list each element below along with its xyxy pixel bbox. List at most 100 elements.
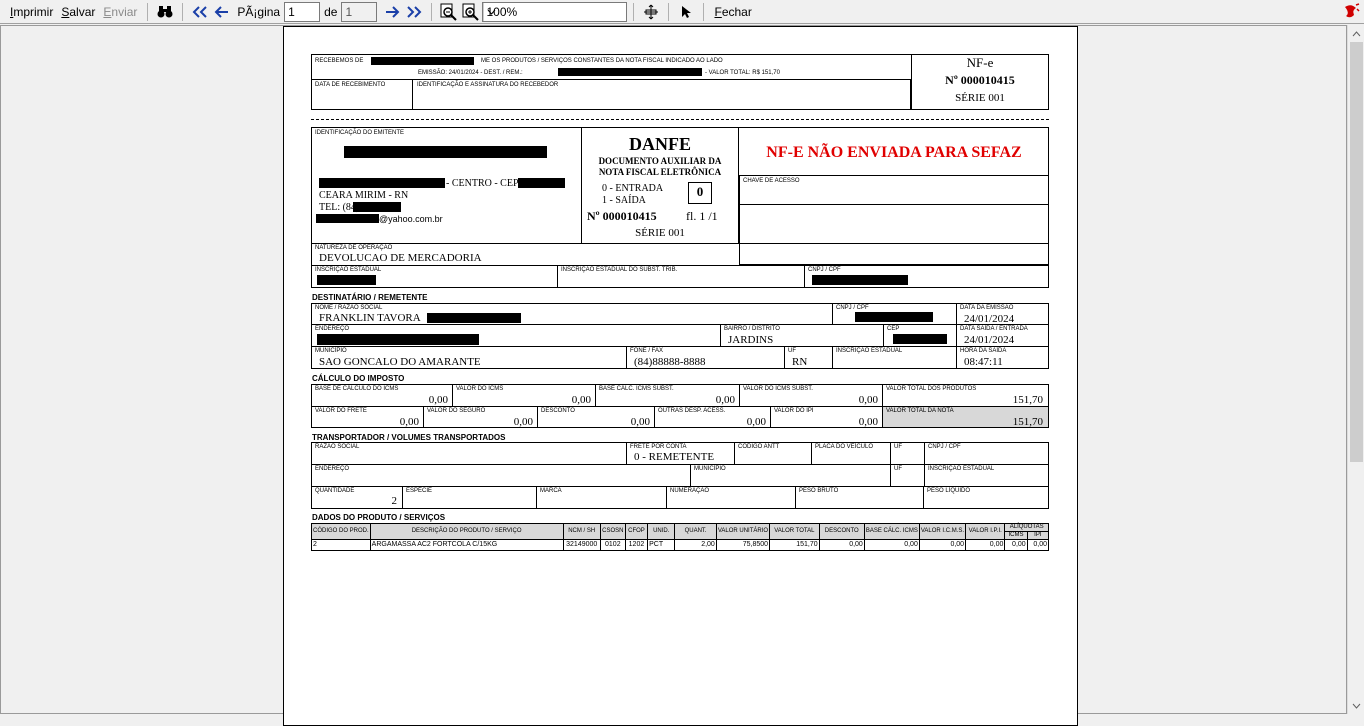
table-cell: 2,00 [674,539,717,551]
danfe-series: SÉRIE 001 [635,227,685,239]
other-expenses-value: 0,00 [746,416,766,428]
receipt-divider [412,79,413,110]
divider [890,442,891,486]
emission-date-label: DATA DA EMISSÃO [960,305,1014,311]
table-cell: 32149000 [562,539,601,551]
receipt-signature-label: IDENTIFICAÇÃO E ASSINATURA DO RECEBEDOR [417,82,559,88]
exit-time-label: HORA DA SAÍDA [960,348,1007,354]
scroll-down-icon[interactable] [1348,697,1364,714]
received-from-label: RECEBEMOS DE [315,58,364,64]
divider [626,442,627,464]
redacted-block [855,312,933,322]
products-section-title: DADOS DO PRODUTO / SERVIÇOS [312,513,446,522]
toolbar-separator [633,2,635,21]
save-button[interactable]: Salvar [57,0,99,24]
divider [537,406,538,428]
send-button[interactable]: Enviar [99,0,141,24]
print-button[interactable]: Imprimir [6,0,57,24]
district-value: JARDINS [728,334,774,346]
cep-label: CEP [887,326,900,332]
receipt-bottom-row [311,79,911,110]
next-page-icon[interactable] [383,3,401,21]
recipient-address-label: ENDEREÇO [315,326,350,332]
divider [557,265,558,288]
recipient-cnpj-label: CNPJ / CPF [836,305,869,311]
gross-weight-label: PESO BRUTO [799,488,839,494]
divider [311,346,1049,347]
redacted-block [371,57,474,65]
emitter-email: @yahoo.com.br [379,214,443,224]
toolbar-separator [668,2,670,21]
carrier-city-label: MUNICÍPIO [694,466,726,472]
divider [536,486,537,509]
phone-label: FONE / FAX [630,348,664,354]
note-total-value: 151,70 [1012,416,1043,428]
divider [924,442,925,486]
receipt-total: - VALOR TOTAL: R$ 151,70 [705,70,780,76]
emitter-cnpj-label: CNPJ / CPF [808,267,841,273]
move-icon[interactable] [642,3,660,21]
zoom-select[interactable]: 100% [482,1,628,22]
receipt-date-label: DATA DE RECEBIMENTO [315,82,386,88]
table-cell: 0,00 [918,539,967,551]
zoom-out-icon[interactable] [440,3,458,21]
operation-right-box [739,243,1049,265]
last-page-icon[interactable] [405,3,423,21]
divider [923,486,924,509]
col-header: VALOR UNITÁRIO [715,523,771,540]
ie-label: INSCRIÇÃO ESTADUAL [315,267,382,273]
freight-mode-label: FRETE POR CONTA [630,444,687,450]
insurance-label: VALOR DO SEGURO [427,408,486,414]
divider [311,464,1049,465]
access-key-box [739,175,1049,244]
redacted-block [317,275,376,285]
previous-page-icon[interactable] [213,3,231,21]
table-cell: 151,70 [769,539,820,551]
products-total-label: VALOR TOTAL DOS PRODUTOS [886,386,977,392]
emitter-label: IDENTIFICAÇÃO DO EMITENTE [315,130,405,136]
other-expenses-label: OUTRAS DESP. ACESS. [658,408,726,414]
divider [452,384,453,406]
products-table: CÓDIGO DO PROD. DESCRIÇÃO DO PRODUTO / S… [311,523,1050,551]
quantity-label: QUANTIDADE [315,488,355,494]
base-st-value: 0,00 [715,394,735,406]
zoom-in-icon[interactable] [462,3,480,21]
vertical-scrollbar[interactable] [1347,25,1364,714]
cursor-icon[interactable] [677,3,695,21]
quantity-value: 2 [391,495,398,507]
col-header: CÓDIGO DO PROD. [311,523,371,540]
emitter-address: - CENTRO - CEP: [446,178,522,189]
icms-st-label: VALOR DO ICMS SUBST. [743,386,813,392]
total-pages-field: 1 [341,1,378,22]
products-total-value: 151,70 [1012,394,1043,406]
carrier-name-label: RAZÃO SOCIAL [315,444,360,450]
col-header: VALOR I.P.I. [965,523,1006,540]
redacted-block [518,178,565,188]
table-cell: 0,00 [1026,539,1050,551]
exit-time: 08:47:11 [964,356,1003,368]
scroll-up-icon[interactable] [1348,25,1364,42]
current-page-input[interactable]: 1 [284,1,321,22]
table-cell: 75,8500 [715,539,771,551]
redacted-block [344,146,547,158]
col-header: BASE CÁLC. ICMS [863,523,920,540]
receipt-series: SÉRIE 001 [955,92,1005,104]
divider [595,384,596,406]
table-cell: 0102 [599,539,626,551]
col-header: CSOSN [599,523,626,540]
close-button[interactable]: Fechar [710,0,755,24]
freight-label: VALOR DO FRETE [315,408,367,414]
redacted-block [319,178,445,188]
danfe-subtitle-1: DOCUMENTO AUXILIAR DA [598,156,722,166]
divider [832,346,833,369]
cut-line [311,119,1049,120]
col-header: VALOR TOTAL [769,523,820,540]
col-header: UNID. [647,523,676,540]
receipt-nfe-title: NF-e [966,55,994,70]
danfe-subtitle-2: NOTA FISCAL ELETRÔNICA [598,167,722,177]
divider [734,442,735,464]
table-row: 2 ARGAMASSA AC2 FORTCOLA C/15KG 32149000… [311,539,1050,551]
binoculars-icon[interactable] [156,3,174,21]
first-page-icon[interactable] [191,3,209,21]
scrollbar-thumb[interactable] [1350,42,1363,462]
